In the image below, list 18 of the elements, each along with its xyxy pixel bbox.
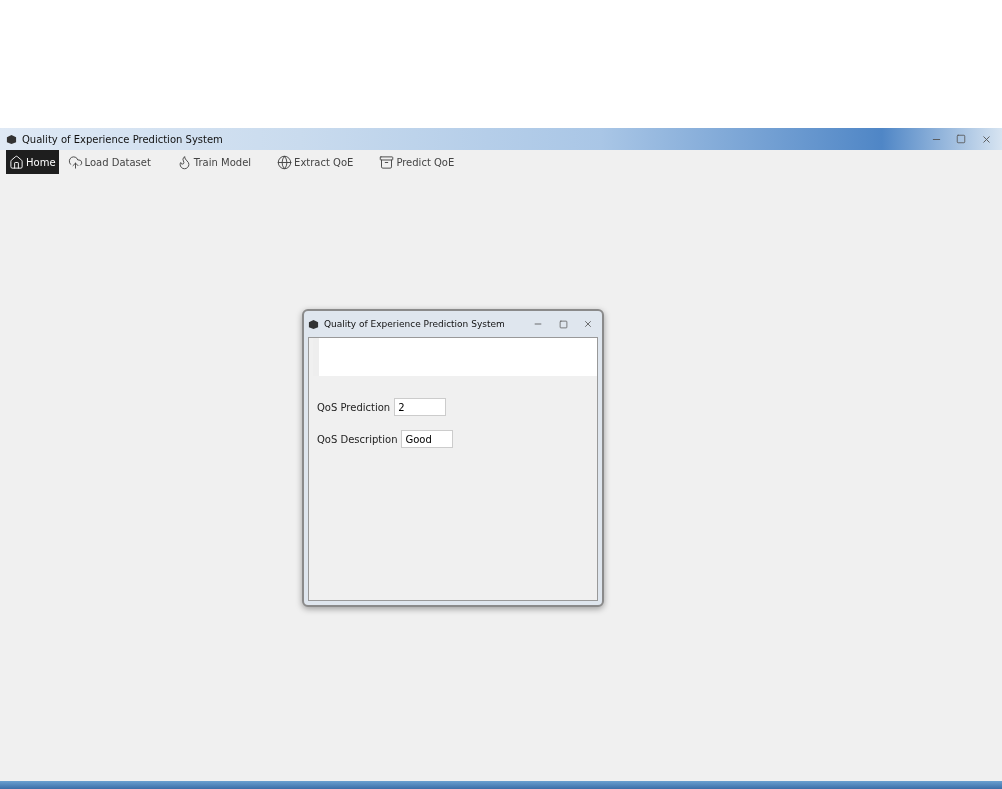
toolbar-button[interactable]: Load Dataset — [64, 150, 154, 174]
field-label: QoS Description — [317, 433, 398, 445]
app-icon — [308, 318, 319, 330]
input-field[interactable]: Good — [401, 430, 454, 448]
archive-icon — [379, 154, 395, 170]
app-icon — [6, 133, 17, 145]
dialog-title: Quality of Experience Prediction System — [324, 319, 506, 329]
toolbar-button[interactable]: Predict QoE — [376, 150, 458, 174]
window-title: Quality of Experience Prediction System — [22, 133, 224, 145]
toolbar-button[interactable]: Train Model — [173, 150, 255, 174]
flame-icon — [176, 154, 192, 170]
upload-icon — [67, 154, 83, 170]
home-icon — [9, 154, 24, 170]
toolbar-button[interactable]: Extract QoE — [274, 150, 357, 174]
globe-icon — [277, 154, 293, 170]
field-label: QoS Prediction — [317, 401, 391, 413]
input-field[interactable]: 2 — [394, 398, 447, 416]
toolbar-button[interactable]: Home — [6, 150, 59, 174]
